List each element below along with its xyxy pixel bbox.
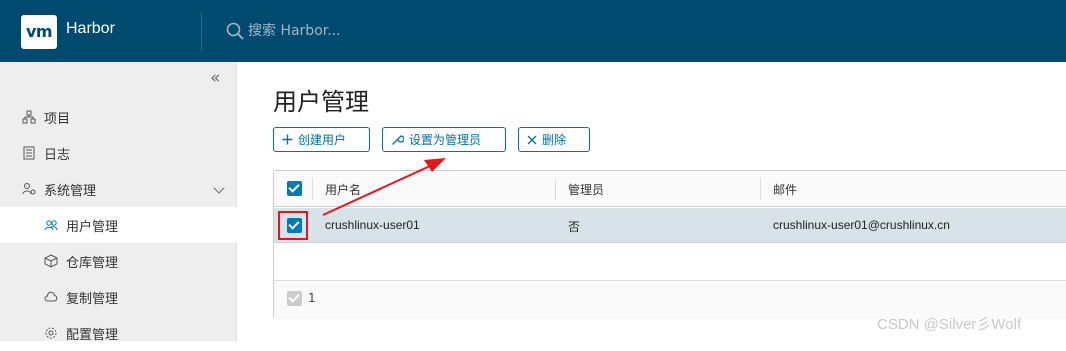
- select-all-checkbox[interactable]: [287, 181, 302, 196]
- column-header-email[interactable]: 邮件: [773, 181, 797, 198]
- create-user-label: 创建用户: [298, 133, 347, 147]
- column-divider: [555, 178, 556, 200]
- vmware-logo[interactable]: vm: [21, 15, 57, 49]
- set-admin-button[interactable]: 设置为管理员: [382, 127, 506, 152]
- search-icon: [226, 22, 244, 40]
- user-table: 用户名 管理员 邮件 crushlinux-user01 否 crushlinu…: [273, 170, 1066, 319]
- sidebar-item-label: 仓库管理: [66, 255, 119, 271]
- close-icon: [527, 135, 537, 145]
- delete-label: 删除: [542, 133, 567, 147]
- cloud-icon: [44, 290, 58, 304]
- sidebar-item-label: 系统管理: [44, 183, 97, 199]
- header-divider: [201, 13, 202, 51]
- admin-users-icon: [22, 182, 36, 196]
- table-header: 用户名 管理员 邮件: [274, 171, 1066, 207]
- sidebar-item-label: 复制管理: [66, 291, 119, 307]
- column-header-username[interactable]: 用户名: [325, 181, 361, 198]
- chevron-down-icon[interactable]: [213, 182, 225, 194]
- set-admin-label: 设置为管理员: [409, 133, 482, 147]
- sidebar: « 项目 日志 系统管理 用户管理 仓库管理 复制管理 配置管理: [0, 62, 237, 343]
- plus-icon: [282, 134, 293, 145]
- sidebar-item-repository-management[interactable]: 仓库管理: [0, 243, 237, 279]
- column-divider: [312, 178, 313, 200]
- watermark: CSDN @Silver彡Wolf: [877, 316, 1022, 333]
- gear-icon: [44, 326, 58, 340]
- sidebar-item-label: 配置管理: [66, 327, 119, 343]
- app-name[interactable]: Harbor: [66, 20, 115, 38]
- sidebar-item-label: 用户管理: [66, 219, 119, 235]
- cell-admin: 否: [568, 220, 581, 234]
- selected-count: 1: [308, 291, 316, 305]
- sidebar-item-label: 项目: [44, 111, 71, 127]
- column-divider: [760, 178, 761, 200]
- wrench-icon: [391, 133, 404, 146]
- column-header-admin[interactable]: 管理员: [568, 181, 604, 198]
- table-row[interactable]: crushlinux-user01 否 crushlinux-user01@cr…: [274, 208, 1066, 243]
- sidebar-item-user-management[interactable]: 用户管理: [0, 207, 237, 243]
- sidebar-item-logs[interactable]: 日志: [0, 135, 237, 171]
- box-icon: [44, 254, 58, 268]
- logs-icon: [22, 146, 36, 160]
- sidebar-item-system-admin[interactable]: 系统管理: [0, 171, 237, 207]
- users-icon: [44, 218, 58, 232]
- empty-row: [274, 244, 1066, 281]
- sidebar-item-label: 日志: [44, 147, 71, 163]
- top-header: vm Harbor: [0, 0, 1066, 62]
- search-input[interactable]: [248, 20, 548, 42]
- annotation-highlight-box: [278, 211, 308, 240]
- selection-count-checkbox: [287, 291, 302, 306]
- page-title: 用户管理: [273, 88, 369, 116]
- delete-button[interactable]: 删除: [518, 127, 590, 152]
- projects-icon: [22, 110, 36, 124]
- sidebar-item-configuration-management[interactable]: 配置管理: [0, 315, 237, 351]
- collapse-sidebar-icon[interactable]: «: [210, 68, 220, 88]
- cell-username: crushlinux-user01: [325, 218, 420, 232]
- sidebar-item-projects[interactable]: 项目: [0, 99, 237, 135]
- cell-email: crushlinux-user01@crushlinux.cn: [773, 218, 950, 232]
- sidebar-item-replication-management[interactable]: 复制管理: [0, 279, 237, 315]
- create-user-button[interactable]: 创建用户: [273, 127, 370, 152]
